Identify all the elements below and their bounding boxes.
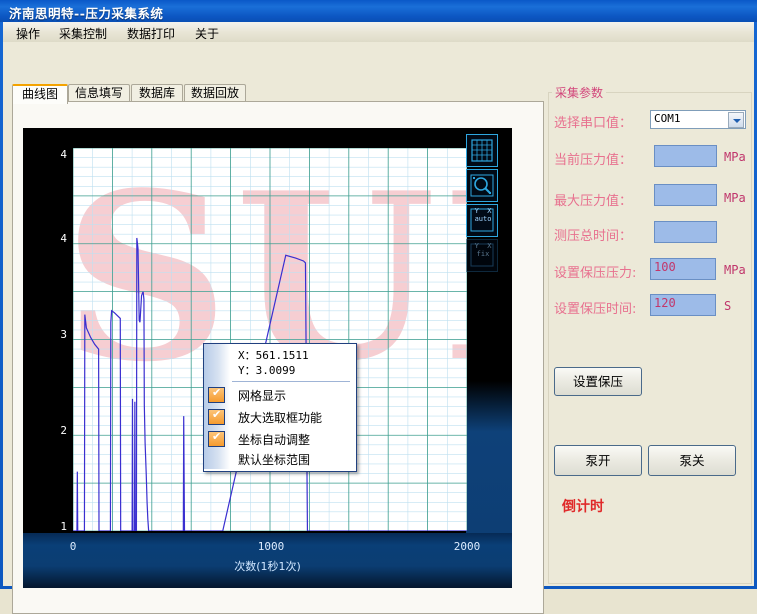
input-total-time[interactable] — [654, 221, 717, 243]
grid-toggle-icon[interactable] — [466, 134, 498, 167]
context-menu-label-default-range: 默认坐标范围 — [238, 453, 311, 467]
tab-curve-chart[interactable]: 曲线图 — [12, 84, 68, 104]
window-title: 济南思明特--压力采集系统 — [9, 6, 164, 21]
chart-ytick-3: 3 — [60, 328, 67, 341]
chart-ytick-1: 1 — [60, 520, 67, 533]
axis-auto-icon-label: Y Xauto — [474, 207, 492, 223]
input-hold-pressure[interactable]: 100 — [650, 258, 716, 280]
label-current-pressure: 当前压力值： — [554, 153, 633, 168]
context-menu-item-grid-display[interactable]: 网格显示 — [204, 384, 356, 406]
set-hold-pressure-button[interactable]: 设置保压 — [554, 367, 642, 396]
checkbox-auto-axis[interactable] — [208, 430, 225, 447]
tab-panel-curve-chart: 压力(MPa) 次数(1秒1次) 4 3 2 1 4 0 1000 2000 — [12, 101, 544, 614]
chart-xtick-0: 0 — [69, 540, 77, 553]
pump-on-button[interactable]: 泵开 — [554, 445, 642, 476]
window-frame: 济南思明特--压力采集系统 操作 采集控制 数据打印 关于 曲线图 信息填写 数… — [0, 0, 757, 614]
chart-ytick-top: 4 — [60, 148, 67, 161]
title-bar: 济南思明特--压力采集系统 — [0, 0, 757, 22]
chart-context-menu[interactable]: X：561.1511 Y：3.0099 网格显示 放大选取框功能 — [203, 343, 357, 472]
coordinate-x-value: X：561.1511 — [238, 349, 309, 362]
menu-bar: 操作 采集控制 数据打印 关于 — [3, 22, 754, 43]
axis-auto-icon[interactable]: Y Xauto — [466, 204, 498, 237]
context-menu-label-auto-axis: 坐标自动调整 — [238, 433, 311, 447]
input-current-pressure[interactable] — [654, 145, 717, 167]
select-serial-port-value: COM1 — [654, 112, 681, 125]
input-max-pressure[interactable] — [654, 184, 717, 206]
acquisition-parameters-panel: 采集参数 选择串口值： COM1 当前压力值： MPa 最大压力值： MPa 测… — [548, 84, 752, 584]
checkbox-zoom-box[interactable] — [208, 408, 225, 425]
unit-hold-time: S — [724, 299, 732, 313]
chart-plot-area[interactable]: SUP — [73, 148, 467, 531]
label-hold-pressure: 设置保压压力: — [554, 266, 637, 281]
main-body: 曲线图 信息填写 数据库 数据回放 压力(MPa) 次数(1秒1次) — [3, 42, 754, 614]
select-serial-port[interactable]: COM1 — [650, 110, 746, 129]
chevron-down-icon[interactable] — [728, 112, 744, 128]
chart-svg — [73, 148, 467, 531]
context-menu-item-auto-axis[interactable]: 坐标自动调整 — [204, 428, 356, 450]
axis-default-icon[interactable]: Y Xfix — [466, 239, 498, 272]
tab-strip: 曲线图 信息填写 数据库 数据回放 — [12, 84, 542, 104]
input-hold-time[interactable]: 120 — [650, 294, 716, 316]
chart-xtick-2000: 2000 — [453, 540, 481, 553]
menu-item-about[interactable]: 关于 — [191, 25, 223, 41]
countdown-label: 倒计时 — [562, 499, 604, 515]
unit-current-pressure: MPa — [724, 150, 746, 164]
checkbox-grid-display[interactable] — [208, 386, 225, 403]
chart-ytick-2: 2 — [60, 424, 67, 437]
panel-group-title: 采集参数 — [552, 84, 607, 101]
unit-max-pressure: MPa — [724, 191, 746, 205]
menu-item-acquisition-control[interactable]: 采集控制 — [55, 25, 111, 41]
chart-toolbar: Y Xauto Y Xfix — [466, 134, 500, 274]
axis-default-icon-label: Y Xfix — [474, 242, 492, 258]
chart-xtick-1000: 1000 — [257, 540, 285, 553]
chart-x-axis-title: 次数(1秒1次) — [234, 560, 301, 573]
chart-ytick-4: 4 — [60, 232, 67, 245]
context-menu-separator — [232, 381, 350, 382]
label-hold-time: 设置保压时间: — [554, 302, 637, 317]
context-menu-item-zoom-box[interactable]: 放大选取框功能 — [204, 406, 356, 428]
context-menu-item-default-range[interactable]: 默认坐标范围 — [204, 448, 356, 470]
window-client-area: 操作 采集控制 数据打印 关于 曲线图 信息填写 数据库 数据回放 次数(1秒1… — [3, 22, 754, 614]
pump-off-button[interactable]: 泵关 — [648, 445, 736, 476]
zoom-box-icon[interactable] — [466, 169, 498, 202]
application-window: 济南思明特--压力采集系统 操作 采集控制 数据打印 关于 曲线图 信息填写 数… — [0, 0, 757, 614]
coordinate-y-value: Y：3.0099 — [238, 364, 296, 377]
context-menu-label-grid-display: 网格显示 — [238, 389, 287, 403]
unit-hold-pressure: MPa — [724, 263, 746, 277]
menu-item-operation[interactable]: 操作 — [12, 25, 44, 41]
context-menu-coordinates: X：561.1511 Y：3.0099 — [238, 348, 309, 378]
context-menu-label-zoom-box: 放大选取框功能 — [238, 411, 323, 425]
menu-item-data-print[interactable]: 数据打印 — [123, 25, 179, 41]
label-max-pressure: 最大压力值： — [554, 194, 633, 209]
label-serial-port: 选择串口值： — [554, 116, 633, 131]
label-total-time: 测压总时间： — [554, 229, 633, 244]
chart-container[interactable]: 压力(MPa) 次数(1秒1次) 4 3 2 1 4 0 1000 2000 — [23, 128, 512, 588]
